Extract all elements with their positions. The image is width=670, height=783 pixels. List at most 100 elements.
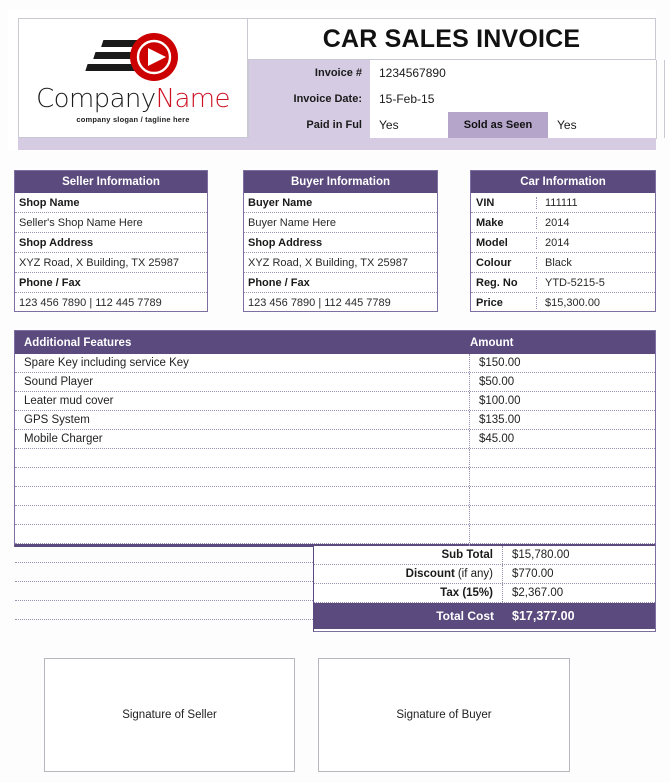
company-logo-block: CompanyName company slogan / tagline her… bbox=[18, 18, 248, 138]
invoice-number-value[interactable]: 1234567890 bbox=[370, 60, 656, 86]
seller-phone-fax-label: Phone / Fax bbox=[15, 273, 207, 293]
discount-value[interactable]: $770.00 bbox=[503, 565, 655, 583]
table-row bbox=[15, 525, 655, 544]
invoice-date-label: Invoice Date: bbox=[248, 86, 370, 112]
signature-of-seller-box[interactable]: Signature of Seller bbox=[44, 658, 295, 772]
sold-as-seen-value[interactable]: Yes bbox=[548, 112, 656, 138]
feature-amount[interactable]: $50.00 bbox=[470, 373, 655, 391]
sub-total-row: Sub Total $15,780.00 bbox=[314, 546, 655, 565]
feature-description[interactable]: Sound Player bbox=[15, 373, 470, 391]
table-row: GPS System $135.00 bbox=[15, 411, 655, 430]
page-title: CAR SALES INVOICE bbox=[322, 24, 581, 53]
feature-description[interactable]: Mobile Charger bbox=[15, 430, 470, 448]
discount-label-note: (if any) bbox=[457, 568, 493, 580]
seller-information-heading: Seller Information bbox=[15, 171, 207, 193]
play-circle-speed-logo-icon bbox=[58, 32, 208, 88]
feature-description[interactable] bbox=[15, 506, 470, 524]
invoice-page: CompanyName company slogan / tagline her… bbox=[0, 0, 670, 783]
company-tagline: company slogan / tagline here bbox=[76, 115, 190, 124]
discount-label: Discount (if any) bbox=[314, 565, 503, 583]
seller-shop-name-value[interactable]: Seller's Shop Name Here bbox=[15, 213, 207, 233]
sold-as-seen-label: Sold as Seen bbox=[448, 112, 548, 138]
signature-of-buyer-box[interactable]: Signature of Buyer bbox=[318, 658, 570, 772]
car-make-label: Make bbox=[471, 216, 537, 229]
car-information-table: Car Information VIN 111111 Make 2014 Mod… bbox=[470, 170, 656, 312]
invoice-number-row: Invoice # 1234567890 bbox=[248, 60, 657, 87]
invoice-date-row: Invoice Date: 15-Feb-15 bbox=[248, 86, 657, 113]
company-name: CompanyName bbox=[36, 86, 230, 112]
tax-value: $2,367.00 bbox=[512, 587, 564, 599]
feature-amount[interactable] bbox=[470, 506, 655, 524]
buyer-address-label: Shop Address bbox=[244, 233, 437, 253]
document-title-box: CAR SALES INVOICE bbox=[248, 18, 656, 60]
table-row: Sound Player $50.00 bbox=[15, 373, 655, 392]
feature-description[interactable]: GPS System bbox=[15, 411, 470, 429]
features-description-column-header: Additional Features bbox=[24, 336, 132, 349]
table-row: Mobile Charger $45.00 bbox=[15, 430, 655, 449]
table-row: Leater mud cover $100.00 bbox=[15, 392, 655, 411]
invoice-number-label: Invoice # bbox=[248, 60, 370, 86]
features-table-header: Additional Features Amount bbox=[15, 331, 655, 354]
car-model-value[interactable]: 2014 bbox=[537, 237, 655, 249]
feature-amount[interactable]: $150.00 bbox=[470, 354, 655, 372]
table-row: Spare Key including service Key $150.00 bbox=[15, 354, 655, 373]
feature-description[interactable] bbox=[15, 525, 470, 543]
discount-row: Discount (if any) $770.00 bbox=[314, 565, 655, 584]
table-row bbox=[15, 449, 655, 468]
seller-shop-name-label: Shop Name bbox=[15, 193, 207, 213]
header-accent-strip bbox=[18, 138, 656, 150]
car-price-label: Price bbox=[471, 297, 537, 309]
car-vin-value[interactable]: 111111 bbox=[537, 197, 655, 209]
feature-description[interactable]: Spare Key including service Key bbox=[15, 354, 470, 372]
invoice-date-value[interactable]: 15-Feb-15 bbox=[370, 86, 656, 112]
buyer-name-label: Buyer Name bbox=[244, 193, 437, 213]
car-make-row: Make 2014 bbox=[471, 213, 655, 233]
car-vin-row: VIN 111111 bbox=[471, 193, 655, 213]
car-information-heading: Car Information bbox=[471, 171, 655, 193]
paid-in-full-label: Paid in Ful bbox=[248, 112, 370, 138]
car-colour-value[interactable]: Black bbox=[537, 257, 655, 269]
seller-information-table: Seller Information Shop Name Seller's Sh… bbox=[14, 170, 208, 312]
discount-label-main: Discount bbox=[405, 568, 455, 580]
seller-phone-fax-value[interactable]: 123 456 7890 | 112 445 7789 bbox=[15, 293, 207, 313]
feature-amount[interactable] bbox=[470, 525, 655, 543]
seller-address-label: Shop Address bbox=[15, 233, 207, 253]
car-model-label: Model bbox=[471, 236, 537, 249]
tax-row: Tax (15%) $2,367.00 bbox=[314, 584, 655, 603]
buyer-name-value[interactable]: Buyer Name Here bbox=[244, 213, 437, 233]
total-cost-value: $17,377.00 bbox=[512, 609, 575, 623]
additional-features-table: Additional Features Amount Spare Key inc… bbox=[14, 330, 656, 620]
buyer-information-heading: Buyer Information bbox=[244, 171, 437, 193]
car-reg-no-row: Reg. No YTD-5215-5 bbox=[471, 273, 655, 293]
car-vin-label: VIN bbox=[471, 196, 537, 209]
table-row bbox=[15, 468, 655, 487]
buyer-information-table: Buyer Information Buyer Name Buyer Name … bbox=[243, 170, 438, 312]
company-name-part2: Name bbox=[155, 84, 231, 114]
buyer-phone-fax-label: Phone / Fax bbox=[244, 273, 437, 293]
paid-in-full-value[interactable]: Yes bbox=[370, 112, 448, 138]
feature-amount[interactable] bbox=[470, 468, 655, 486]
car-reg-no-label: Reg. No bbox=[471, 276, 537, 289]
feature-description[interactable] bbox=[15, 449, 470, 467]
buyer-phone-fax-value[interactable]: 123 456 7890 | 112 445 7789 bbox=[244, 293, 437, 313]
feature-amount[interactable]: $45.00 bbox=[470, 430, 655, 448]
feature-amount[interactable] bbox=[470, 487, 655, 505]
sub-total-label: Sub Total bbox=[314, 546, 503, 564]
paid-and-sold-row: Paid in Ful Yes Sold as Seen Yes bbox=[248, 112, 657, 139]
buyer-address-value[interactable]: XYZ Road, X Building, TX 25987 bbox=[244, 253, 437, 273]
feature-amount[interactable]: $135.00 bbox=[470, 411, 655, 429]
feature-amount[interactable] bbox=[470, 449, 655, 467]
feature-description[interactable] bbox=[15, 487, 470, 505]
feature-amount[interactable]: $100.00 bbox=[470, 392, 655, 410]
total-cost-label: Total Cost bbox=[436, 609, 494, 623]
car-reg-no-value[interactable]: YTD-5215-5 bbox=[537, 277, 655, 289]
car-colour-label: Colour bbox=[471, 256, 537, 269]
seller-address-value[interactable]: XYZ Road, X Building, TX 25987 bbox=[15, 253, 207, 273]
total-cost-row: Total Cost $17,377.00 bbox=[314, 603, 655, 629]
feature-description[interactable]: Leater mud cover bbox=[15, 392, 470, 410]
feature-description[interactable] bbox=[15, 468, 470, 486]
car-price-value[interactable]: $15,300.00 bbox=[537, 297, 655, 309]
car-make-value[interactable]: 2014 bbox=[537, 217, 655, 229]
table-row bbox=[15, 506, 655, 525]
company-name-part1: Company bbox=[36, 84, 156, 114]
